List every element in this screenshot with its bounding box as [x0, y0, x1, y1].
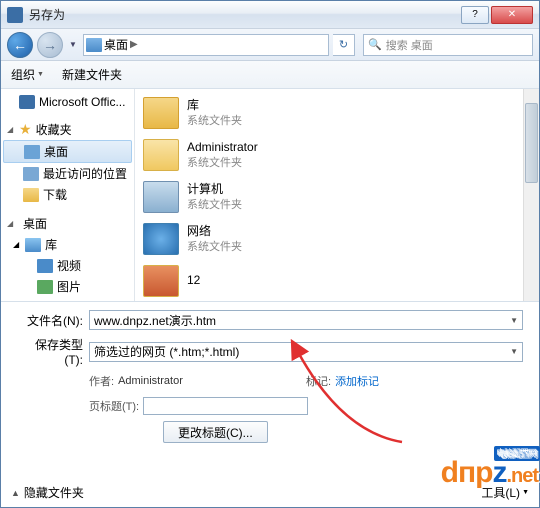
address-bar[interactable]: 桌面 ▶: [83, 34, 329, 56]
sidebar-item-desktop[interactable]: 桌面: [3, 140, 132, 163]
scrollbar[interactable]: [523, 89, 539, 301]
list-item[interactable]: Administrator系统文件夹: [139, 137, 535, 173]
sidebar-item-libraries[interactable]: ◢库: [1, 234, 134, 255]
scrollbar-thumb[interactable]: [525, 103, 538, 183]
chevron-down-icon: ▼: [37, 71, 44, 78]
video-icon: [37, 259, 53, 273]
hide-folders-button[interactable]: ▲ 隐藏文件夹: [11, 484, 84, 501]
pagetitle-label: 页标题(T):: [89, 398, 139, 414]
window-title: 另存为: [29, 6, 461, 23]
filename-label: 文件名(N):: [17, 312, 89, 329]
folder-icon: [143, 139, 179, 171]
sidebar-item-downloads[interactable]: 下载: [1, 184, 134, 205]
computer-icon: [143, 181, 179, 213]
list-item[interactable]: 计算机系统文件夹: [139, 179, 535, 215]
desktop-icon: [24, 145, 40, 159]
back-button[interactable]: ←: [7, 32, 33, 58]
word-icon: [19, 95, 35, 109]
file-list[interactable]: 库系统文件夹 Administrator系统文件夹 计算机系统文件夹 网络系统文…: [135, 89, 539, 301]
collapse-icon: ◢: [7, 219, 15, 228]
type-select[interactable]: 筛选过的网页 (*.htm;*.html)▼: [89, 342, 523, 362]
sidebar: Microsoft Offic... ◢ ★ 收藏夹 桌面 最近访问的位置 下载…: [1, 89, 135, 301]
sidebar-item-pictures[interactable]: 图片: [1, 276, 134, 297]
tags-label: 标记:: [306, 373, 331, 389]
watermark: 电脑配置网 dпрz.net: [441, 456, 538, 490]
list-item[interactable]: 库系统文件夹: [139, 95, 535, 131]
picture-icon: [37, 280, 53, 294]
sidebar-desktop-group[interactable]: ◢ 桌面: [1, 213, 134, 234]
sidebar-favorites[interactable]: ◢ ★ 收藏夹: [1, 119, 134, 140]
author-value[interactable]: Administrator: [118, 375, 183, 387]
search-placeholder: 搜索 桌面: [386, 37, 433, 53]
type-label: 保存类型(T):: [17, 336, 89, 367]
help-button[interactable]: ?: [461, 6, 489, 24]
list-item[interactable]: 网络系统文件夹: [139, 221, 535, 257]
search-input[interactable]: 🔍 搜索 桌面: [363, 34, 533, 56]
tags-link[interactable]: 添加标记: [335, 373, 379, 389]
form-area: 文件名(N): www.dnpz.net演示.htm▼ 保存类型(T): 筛选过…: [1, 302, 539, 455]
library-icon: [25, 238, 41, 252]
network-icon: [143, 223, 179, 255]
chevron-down-icon: ▼: [522, 489, 529, 496]
collapse-icon: ◢: [13, 240, 19, 249]
close-button[interactable]: ✕: [491, 6, 533, 24]
nav-history-dropdown[interactable]: ▼: [67, 33, 79, 57]
filename-input[interactable]: www.dnpz.net演示.htm▼: [89, 310, 523, 330]
change-title-button[interactable]: 更改标题(C)...: [163, 421, 268, 443]
forward-button[interactable]: →: [37, 32, 63, 58]
recent-icon: [23, 167, 39, 181]
author-label: 作者:: [89, 373, 114, 389]
sidebar-item-videos[interactable]: 视频: [1, 255, 134, 276]
library-icon: [143, 97, 179, 129]
save-as-dialog: 另存为 ? ✕ ← → ▼ 桌面 ▶ ↻ 🔍 搜索 桌面 组织▼ 新建文件夹: [0, 0, 540, 508]
chevron-down-icon[interactable]: ▼: [510, 316, 518, 325]
new-folder-button[interactable]: 新建文件夹: [62, 66, 122, 83]
location-icon: [86, 38, 102, 52]
breadcrumb-segment[interactable]: 桌面: [104, 36, 128, 53]
folder-icon: [143, 265, 179, 297]
organize-button[interactable]: 组织▼: [11, 66, 44, 83]
folder-icon: [23, 188, 39, 202]
chevron-up-icon: ▲: [11, 488, 20, 498]
sidebar-item-recent[interactable]: 最近访问的位置: [1, 163, 134, 184]
titlebar: 另存为 ? ✕: [1, 1, 539, 29]
star-icon: ★: [19, 121, 32, 138]
pagetitle-input[interactable]: [143, 397, 308, 415]
toolbar: 组织▼ 新建文件夹: [1, 61, 539, 89]
app-icon: [7, 7, 23, 23]
search-icon: 🔍: [368, 38, 382, 51]
refresh-button[interactable]: ↻: [333, 34, 355, 56]
sidebar-item-office[interactable]: Microsoft Offic...: [1, 93, 134, 111]
nav-bar: ← → ▼ 桌面 ▶ ↻ 🔍 搜索 桌面: [1, 29, 539, 61]
list-item[interactable]: 12: [139, 263, 535, 299]
chevron-down-icon[interactable]: ▼: [510, 347, 518, 356]
collapse-icon: ◢: [7, 125, 15, 134]
chevron-right-icon[interactable]: ▶: [130, 39, 138, 50]
